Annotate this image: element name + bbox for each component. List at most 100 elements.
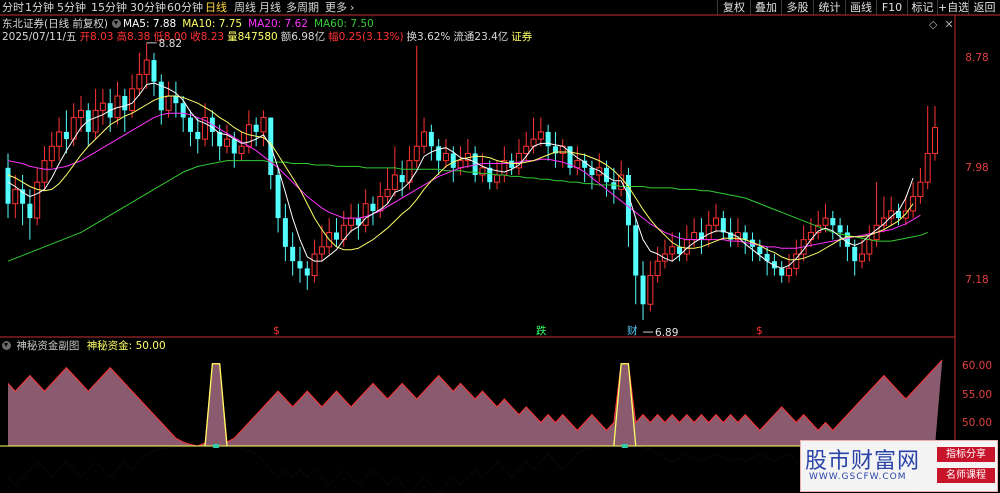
candle-body (859, 253, 866, 262)
candle-body (370, 203, 376, 211)
candle-body (523, 145, 530, 154)
candle-body (618, 174, 625, 190)
candle-body (165, 95, 172, 111)
price-tick: 7.98 (965, 162, 989, 174)
candle-body (48, 145, 55, 162)
candle-body (640, 275, 646, 305)
candle-body (917, 181, 924, 198)
low-label: 6.89 (655, 327, 678, 339)
candle-body (34, 181, 41, 219)
candle-body (231, 139, 237, 154)
ma20-line (7, 112, 921, 249)
candle-body (27, 203, 33, 219)
candle-body (713, 217, 720, 226)
candle-body (297, 261, 303, 269)
sub-tick: 55.00 (961, 389, 993, 401)
candle-body (822, 217, 829, 226)
candle-body (742, 232, 748, 240)
candle-body (807, 231, 814, 241)
candle-body (56, 131, 63, 147)
candle-body (450, 153, 456, 168)
watermark-tag[interactable]: 名师课程 (937, 468, 995, 483)
candle-body (187, 117, 193, 132)
candle-body (786, 267, 793, 277)
candle-body (275, 175, 281, 219)
candle-body (290, 246, 296, 262)
candle-body (77, 109, 84, 119)
candle-body (238, 145, 245, 154)
candle-body (837, 225, 843, 233)
sub-tick: 50.00 (961, 417, 993, 429)
sub-legend: 神秘资金副图 神秘资金: 50.00 (2, 340, 166, 353)
sub-upper-area (8, 359, 943, 446)
candle-body (195, 131, 201, 140)
candle-body (20, 189, 26, 204)
ma60-line (7, 160, 928, 262)
candle-body (852, 246, 858, 262)
candle-body (180, 103, 186, 118)
event-marker: 跌 (536, 324, 547, 337)
candle-body (428, 131, 434, 147)
candle-body (757, 246, 763, 254)
candle-body (253, 124, 259, 132)
candle-body (677, 246, 683, 254)
candle-body (509, 160, 515, 168)
watermark: 股市财富网 WWW.GSCFW.COM 指标分享 名师课程 (800, 440, 998, 492)
candle-body (92, 109, 99, 133)
candle-body (311, 253, 318, 277)
candle-body (691, 231, 698, 241)
candle-body (12, 188, 19, 205)
candle-body (5, 167, 11, 204)
candle-body (457, 160, 464, 169)
candle-body (63, 131, 69, 140)
price-tick: 7.18 (965, 274, 989, 286)
candle-body (377, 196, 384, 212)
candle-body (654, 260, 661, 277)
collapse-icon[interactable] (2, 341, 11, 350)
watermark-title: 股市财富网 (805, 449, 921, 474)
watermark-tag[interactable]: 指标分享 (937, 447, 995, 462)
ma10-line (7, 95, 914, 261)
candle-body (223, 138, 230, 147)
candle-body (143, 59, 150, 75)
event-marker: $ (756, 325, 763, 337)
sub-tick: 60.00 (961, 360, 993, 372)
candle-body (399, 175, 405, 183)
candle-body (413, 145, 420, 162)
candle-body (866, 239, 873, 255)
candle-body (260, 117, 267, 133)
candle-body (494, 174, 501, 183)
sub-signal-dot (213, 444, 220, 448)
price-chart: 8.82 6.89 $ 跌 财 $ (0, 14, 1000, 493)
ma5-line (7, 82, 914, 269)
event-marker: 财 (627, 324, 638, 337)
candle-body (647, 275, 654, 305)
candle-body (136, 73, 143, 90)
watermark-url: WWW.GSCFW.COM (809, 472, 907, 482)
candle-body (910, 196, 917, 212)
sub-signal-dot (621, 444, 628, 448)
candle-body (151, 60, 157, 82)
sub-series-value: 神秘资金: 50.00 (86, 340, 166, 352)
candle-body (720, 218, 726, 233)
event-marker: $ (273, 325, 280, 337)
candle-body (830, 218, 836, 226)
candle-body (633, 225, 639, 276)
candle-body (122, 96, 128, 111)
price-tick: 8.78 (965, 52, 989, 64)
candle-body (421, 131, 428, 147)
candle-body (705, 224, 712, 241)
candle-body (442, 152, 449, 162)
candle-body (669, 246, 676, 255)
candle-body (282, 218, 288, 247)
candle-body (348, 217, 355, 226)
candle-body (537, 131, 544, 140)
candle-body (384, 188, 391, 198)
candle-body (391, 174, 398, 190)
candle-body (924, 152, 931, 183)
candle-body (41, 160, 48, 183)
candle-body (362, 203, 369, 226)
candle-body (932, 127, 938, 154)
candle-body (129, 88, 136, 111)
sub-title: 神秘资金副图 (16, 340, 80, 352)
